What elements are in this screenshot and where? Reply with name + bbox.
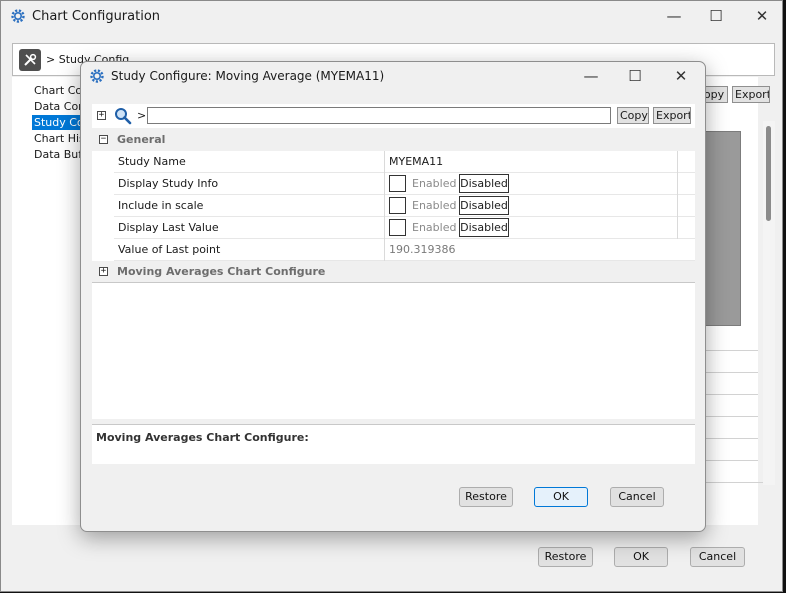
section-moving-averages-label: Moving Averages Chart Configure xyxy=(117,265,326,278)
prop-row-display-study-info: Display Study Info Enabled Disabled xyxy=(114,173,695,195)
section-general[interactable]: − General xyxy=(92,129,695,151)
property-grid: − General Study Name MYEMA11 Display Stu… xyxy=(92,129,695,419)
parent-ok-button[interactable]: OK xyxy=(614,547,668,567)
column-divider xyxy=(384,239,385,261)
collapse-icon[interactable]: − xyxy=(99,135,108,144)
display-last-value-checkbox[interactable] xyxy=(389,219,406,236)
gear-icon xyxy=(89,68,105,84)
parent-export-button[interactable]: Export xyxy=(732,86,770,103)
description-panel: Moving Averages Chart Configure: xyxy=(92,424,695,464)
prop-label: Display Study Info xyxy=(118,177,219,190)
prop-row-display-last-value: Display Last Value Enabled Disabled xyxy=(114,217,695,239)
dialog-close-button[interactable]: ✕ xyxy=(672,67,690,85)
window-title: Chart Configuration xyxy=(32,9,161,24)
prop-row-include-in-scale: Include in scale Enabled Disabled xyxy=(114,195,695,217)
export-button[interactable]: Export xyxy=(653,107,691,124)
parent-titlebar: Chart Configuration — ☐ ✕ xyxy=(1,1,782,33)
copy-button[interactable]: Copy xyxy=(617,107,649,124)
gear-icon xyxy=(10,8,26,24)
parent-grid-line xyxy=(703,416,758,417)
enabled-label: Enabled xyxy=(412,221,457,234)
ok-button[interactable]: OK xyxy=(534,487,588,507)
column-divider xyxy=(677,173,678,195)
column-divider xyxy=(677,151,678,173)
prop-label: Display Last Value xyxy=(118,221,219,234)
prop-label: Value of Last point xyxy=(118,243,221,256)
column-divider xyxy=(384,217,385,239)
search-input[interactable] xyxy=(147,107,611,124)
section-moving-averages[interactable]: + Moving Averages Chart Configure xyxy=(92,261,695,283)
parent-grid-line xyxy=(703,394,758,395)
prop-label: Include in scale xyxy=(118,199,204,212)
column-divider xyxy=(384,151,385,173)
parent-grid-line xyxy=(703,372,758,373)
prop-row-study-name: Study Name MYEMA11 xyxy=(114,151,695,173)
section-general-label: General xyxy=(117,133,166,146)
search-row: + > Copy Export xyxy=(92,104,695,128)
enabled-label: Enabled xyxy=(412,177,457,190)
display-study-info-checkbox[interactable] xyxy=(389,175,406,192)
parent-scrollbar[interactable] xyxy=(763,121,775,485)
tools-icon[interactable] xyxy=(19,49,41,71)
close-button[interactable]: ✕ xyxy=(753,7,771,25)
parent-preview-area xyxy=(703,131,741,326)
dialog-maximize-button[interactable]: ☐ xyxy=(626,67,644,85)
parent-grid-line xyxy=(703,350,758,351)
maximize-button[interactable]: ☐ xyxy=(707,7,725,25)
dialog-titlebar: Study Configure: Moving Average (MYEMA11… xyxy=(81,62,705,94)
column-divider xyxy=(384,173,385,195)
restore-button[interactable]: Restore xyxy=(459,487,513,507)
prop-row-value-of-last-point: Value of Last point 190.319386 xyxy=(114,239,695,261)
expand-icon[interactable]: + xyxy=(99,267,108,276)
parent-cancel-button[interactable]: Cancel xyxy=(690,547,745,567)
description-title: Moving Averages Chart Configure: xyxy=(96,431,309,444)
display-last-value-disabled-button[interactable]: Disabled xyxy=(459,218,509,237)
enabled-label: Enabled xyxy=(412,199,457,212)
parent-scrollbar-thumb[interactable] xyxy=(766,126,771,221)
parent-grid-line xyxy=(703,460,758,461)
study-configure-dialog: Study Configure: Moving Average (MYEMA11… xyxy=(80,61,706,532)
prop-label: Study Name xyxy=(118,155,186,168)
display-study-info-disabled-button[interactable]: Disabled xyxy=(459,174,509,193)
include-in-scale-checkbox[interactable] xyxy=(389,197,406,214)
expand-all-icon[interactable]: + xyxy=(97,111,106,120)
minimize-button[interactable]: — xyxy=(665,7,683,25)
search-prefix: > xyxy=(137,109,147,122)
column-divider xyxy=(384,195,385,217)
parent-grid-line xyxy=(703,438,758,439)
dialog-minimize-button[interactable]: — xyxy=(582,67,600,85)
magnifier-icon[interactable] xyxy=(114,107,132,128)
study-name-value[interactable]: MYEMA11 xyxy=(389,155,443,168)
column-divider xyxy=(677,217,678,239)
dialog-title: Study Configure: Moving Average (MYEMA11… xyxy=(111,69,385,83)
column-divider xyxy=(677,195,678,217)
last-point-value: 190.319386 xyxy=(389,243,456,256)
cancel-button[interactable]: Cancel xyxy=(610,487,664,507)
parent-restore-button[interactable]: Restore xyxy=(538,547,593,567)
include-in-scale-disabled-button[interactable]: Disabled xyxy=(459,196,509,215)
